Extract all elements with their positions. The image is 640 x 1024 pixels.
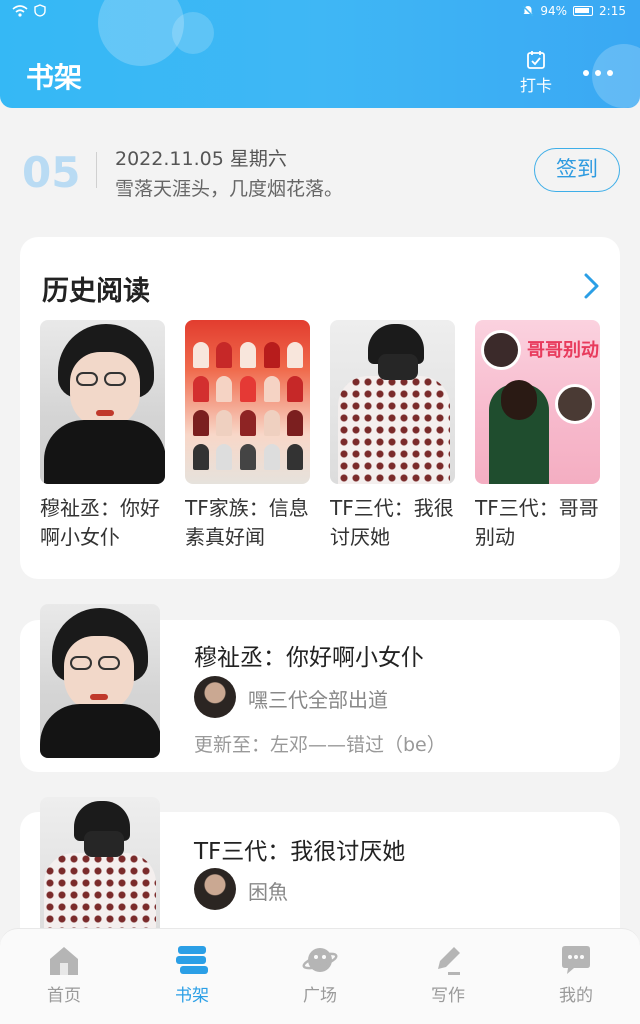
book-cover bbox=[330, 320, 455, 484]
battery-icon bbox=[573, 6, 594, 16]
chat-icon bbox=[562, 946, 590, 974]
book-cover[interactable] bbox=[40, 604, 160, 758]
mute-bell-icon bbox=[522, 5, 534, 17]
date-text: 2022.11.05 星期六 bbox=[115, 148, 287, 170]
clock: 2:15 bbox=[599, 4, 626, 18]
pen-icon bbox=[438, 947, 460, 975]
chevron-right-icon[interactable] bbox=[578, 271, 604, 301]
author-name: 嘿三代全部出道 bbox=[248, 688, 388, 712]
dot bbox=[607, 70, 613, 76]
nav-label: 首页 bbox=[47, 986, 81, 1006]
nav-home[interactable]: 首页 bbox=[0, 929, 128, 1024]
book-cover bbox=[185, 320, 310, 484]
book-title: 穆祉丞：你好啊小女仆 bbox=[40, 496, 160, 549]
history-title: 历史阅读 bbox=[42, 276, 150, 307]
nav-write[interactable]: 写作 bbox=[384, 929, 512, 1024]
signin-button[interactable]: 签到 bbox=[534, 148, 620, 192]
home-icon bbox=[50, 947, 78, 975]
author-name: 困魚 bbox=[248, 880, 288, 904]
book-cover[interactable] bbox=[40, 797, 160, 937]
daily-signin-row: 05 2022.11.05 星期六 雪落天涯头，几度烟花落。 签到 bbox=[0, 140, 640, 206]
history-book[interactable]: 穆祉丞：你好啊小女仆 bbox=[40, 320, 165, 552]
nav-label: 写作 bbox=[431, 986, 465, 1006]
shield-icon bbox=[34, 4, 46, 17]
shelf-book-title[interactable]: 穆祉丞：你好啊小女仆 bbox=[194, 638, 424, 672]
planet-icon bbox=[302, 948, 338, 972]
author-avatar bbox=[194, 868, 236, 910]
book-title: TF家族：信息素真好闻 bbox=[185, 496, 309, 549]
status-bar: 94% 2:15 bbox=[0, 0, 640, 26]
update-status: 更新至：左邓——错过（be） bbox=[194, 734, 446, 756]
book-title: TF三代：我很讨厌她 bbox=[330, 496, 454, 549]
checkin-label: 打卡 bbox=[519, 76, 552, 95]
book-title: TF三代：哥哥别动 bbox=[475, 496, 599, 549]
reading-history-card: 历史阅读 穆祉丞：你好啊小女仆 TF家族：信息素真好闻 TF三代：我很讨厌她 哥… bbox=[20, 237, 620, 579]
more-options-button[interactable] bbox=[576, 58, 620, 88]
book-cover bbox=[40, 320, 165, 484]
shelf-book-title[interactable]: TF三代：我很讨厌她 bbox=[194, 832, 405, 866]
calendar-check-icon bbox=[527, 51, 545, 69]
history-book[interactable]: TF家族：信息素真好闻 bbox=[185, 320, 310, 552]
top-header: 94% 2:15 书架 打卡 bbox=[0, 0, 640, 108]
bookshelf-icon bbox=[176, 946, 208, 974]
author-avatar bbox=[194, 676, 236, 718]
nav-label: 书架 bbox=[175, 986, 209, 1006]
book-cover: 哥哥别动 bbox=[475, 320, 600, 484]
nav-label: 我的 bbox=[559, 986, 593, 1006]
bottom-navigation: 首页 书架 广场 写作 我的 bbox=[0, 928, 640, 1024]
nav-label: 广场 bbox=[303, 986, 337, 1006]
page-title: 书架 bbox=[26, 61, 83, 94]
history-book[interactable]: TF三代：我很讨厌她 bbox=[330, 320, 455, 552]
nav-mine[interactable]: 我的 bbox=[512, 929, 640, 1024]
nav-bookshelf[interactable]: 书架 bbox=[128, 929, 256, 1024]
day-number: 05 bbox=[22, 148, 81, 197]
dot bbox=[595, 70, 601, 76]
cover-title: 哥哥别动 bbox=[527, 340, 599, 361]
bookshelf-page: 94% 2:15 书架 打卡 05 2022.11.05 星期六 雪落天涯头，几… bbox=[0, 0, 640, 1024]
battery-percent: 94% bbox=[540, 4, 568, 18]
nav-square[interactable]: 广场 bbox=[256, 929, 384, 1024]
divider bbox=[96, 152, 97, 188]
daily-quote: 雪落天涯头，几度烟花落。 bbox=[115, 178, 344, 200]
dot bbox=[583, 70, 589, 76]
checkin-button[interactable]: 打卡 bbox=[514, 50, 558, 96]
wifi-icon bbox=[12, 4, 28, 17]
history-book[interactable]: 哥哥别动 TF三代：哥哥别动 bbox=[475, 320, 600, 552]
